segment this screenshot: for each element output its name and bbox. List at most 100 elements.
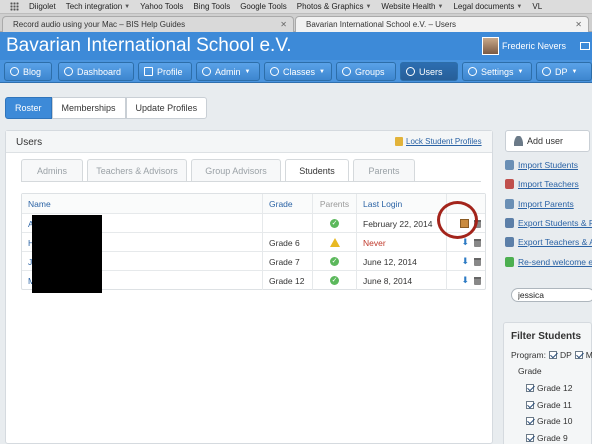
tab-parents[interactable]: Parents bbox=[353, 159, 415, 181]
arrow-down-icon[interactable]: ⬇ bbox=[461, 275, 469, 286]
parents-status: ✓ bbox=[312, 214, 356, 233]
bookmark-google-tools[interactable]: Google Tools bbox=[240, 2, 287, 11]
mail-icon[interactable] bbox=[580, 42, 590, 50]
trash-icon[interactable] bbox=[474, 276, 481, 285]
last-login: February 22, 2014 bbox=[356, 214, 446, 233]
avatar[interactable] bbox=[482, 37, 499, 55]
grade-filter-grade-9: Grade 9 bbox=[526, 433, 568, 443]
checkbox-grade-9[interactable] bbox=[526, 433, 534, 442]
column-header-parents: Parents bbox=[312, 194, 356, 213]
bookmark-website-health[interactable]: Website Health ▼ bbox=[381, 2, 443, 11]
site-header: Bavarian International School e.V. Frede… bbox=[0, 32, 592, 60]
checkbox-grade-10[interactable] bbox=[526, 417, 534, 425]
nav-label: Settings bbox=[481, 66, 514, 77]
bookmark-label: Photos & Graphics bbox=[296, 2, 364, 11]
site-title[interactable]: Bavarian International School e.V. bbox=[6, 35, 292, 57]
sidebar-link-import-teachers[interactable]: Import Teachers bbox=[505, 177, 579, 191]
close-icon[interactable]: ✕ bbox=[280, 20, 287, 29]
import-students-icon bbox=[505, 160, 514, 170]
sidebar-link-export-students-p[interactable]: Export Students & P bbox=[505, 216, 592, 230]
student-grade bbox=[262, 214, 312, 233]
email-icon bbox=[505, 256, 514, 267]
column-header-last-login[interactable]: Last Login bbox=[356, 194, 446, 213]
grade-filter-label: Grade 10 bbox=[537, 416, 573, 426]
bookmark-label: Google Tools bbox=[240, 2, 287, 11]
warning-icon bbox=[329, 238, 340, 247]
sidebar-link-import-students[interactable]: Import Students bbox=[505, 158, 578, 172]
annotation-circle bbox=[437, 201, 478, 239]
groups-icon bbox=[342, 67, 351, 76]
classes-icon bbox=[270, 67, 279, 76]
table-header-row: Name Grade Parents Last Login bbox=[22, 194, 485, 213]
nav-dashboard[interactable]: Dashboard bbox=[58, 62, 134, 81]
sidebar-link-re-send-welcome-e[interactable]: Re-send welcome e bbox=[505, 255, 592, 269]
arrow-down-icon[interactable]: ⬇ bbox=[461, 256, 469, 267]
subtab-roster[interactable]: Roster bbox=[5, 97, 52, 119]
nav-admin[interactable]: Admin ▼ bbox=[196, 62, 260, 81]
users-panel: Users Lock Student Profiles Admins Teach… bbox=[5, 130, 493, 444]
nav-profile[interactable]: Profile bbox=[138, 62, 192, 81]
bookmark-label: Legal documents bbox=[453, 2, 515, 11]
nav-groups[interactable]: Groups bbox=[336, 62, 396, 81]
trash-icon[interactable] bbox=[474, 257, 481, 266]
checkbox-m[interactable] bbox=[574, 351, 583, 359]
user-name[interactable]: Frederic Nevers bbox=[502, 41, 566, 51]
tab-teachers-advisors[interactable]: Teachers & Advisors bbox=[87, 159, 187, 181]
nav-label: Classes bbox=[283, 66, 316, 77]
bookmark-yahoo-tools[interactable]: Yahoo Tools bbox=[140, 2, 183, 11]
browser-tab-bis-help[interactable]: Record audio using your Mac – BIS Help G… bbox=[2, 16, 294, 32]
globe-icon bbox=[202, 67, 211, 76]
bookmark-vl[interactable]: VL bbox=[532, 2, 542, 11]
main-nav: Blog Dashboard Profile Admin ▼ Classes ▼ Groups… bbox=[0, 60, 592, 83]
bookmark-diigolet[interactable]: Diigolet bbox=[29, 2, 56, 11]
search-icon bbox=[542, 67, 551, 76]
nav-settings[interactable]: Settings ▼ bbox=[462, 62, 532, 81]
chevron-down-icon: ▼ bbox=[517, 68, 524, 75]
checkbox-grade-11[interactable] bbox=[526, 400, 534, 409]
nav-users[interactable]: Users bbox=[400, 62, 458, 81]
column-header-name[interactable]: Name bbox=[22, 194, 262, 213]
import-parents-icon bbox=[505, 198, 514, 209]
redaction-block bbox=[32, 215, 102, 293]
arrow-down-icon[interactable]: ⬇ bbox=[461, 237, 469, 248]
subtab-update-profiles[interactable]: Update Profiles bbox=[125, 97, 208, 119]
filter-students-panel: Filter Students Program: DP M Grade Grad… bbox=[503, 322, 592, 444]
bookmark-label: Bing Tools bbox=[193, 2, 231, 11]
nav-label: Users bbox=[419, 66, 443, 77]
bookmark-label: Tech integration bbox=[65, 2, 123, 11]
sidebar-link-import-parents[interactable]: Import Parents bbox=[505, 197, 574, 211]
apps-grid-icon[interactable] bbox=[10, 2, 19, 11]
chevron-down-icon: ▼ bbox=[437, 3, 444, 10]
search-input[interactable] bbox=[511, 288, 592, 302]
grade-filter-grade-10: Grade 10 bbox=[526, 416, 572, 426]
nav-dp[interactable]: DP ▼ bbox=[536, 62, 592, 81]
sidebar-link-label: Export Teachers & A bbox=[518, 237, 592, 248]
profile-card-icon bbox=[144, 67, 153, 76]
tab-students[interactable]: Students bbox=[285, 159, 349, 181]
column-header-grade[interactable]: Grade bbox=[262, 194, 312, 213]
tab-admins[interactable]: Admins bbox=[21, 159, 83, 181]
tab-group-advisors[interactable]: Group Advisors bbox=[191, 159, 281, 181]
import-teachers-icon bbox=[505, 179, 514, 190]
last-login: June 8, 2014 bbox=[356, 271, 446, 290]
checkbox-grade-12[interactable] bbox=[526, 384, 534, 392]
trash-icon[interactable] bbox=[474, 238, 481, 247]
subtab-memberships[interactable]: Memberships bbox=[51, 97, 126, 119]
bookmark-legal-documents[interactable]: Legal documents ▼ bbox=[453, 2, 522, 11]
close-icon[interactable]: ✕ bbox=[575, 20, 582, 29]
checkbox-dp[interactable] bbox=[548, 351, 557, 359]
sidebar-link-label: Export Students & P bbox=[518, 217, 592, 228]
bookmark-label: Website Health bbox=[381, 2, 436, 11]
bookmark-tech-integration[interactable]: Tech integration ▼ bbox=[66, 2, 130, 11]
lock-student-profiles-link[interactable]: Lock Student Profiles bbox=[406, 137, 482, 146]
browser-tab-users[interactable]: Bavarian International School e.V. – Use… bbox=[295, 16, 589, 32]
bookmark-bing-tools[interactable]: Bing Tools bbox=[193, 2, 230, 11]
nav-blog[interactable]: Blog bbox=[4, 62, 52, 81]
bookmark-photos-graphics[interactable]: Photos & Graphics ▼ bbox=[297, 2, 372, 11]
program-label: Program: bbox=[511, 350, 546, 360]
nav-label: Profile bbox=[157, 66, 183, 77]
nav-classes[interactable]: Classes ▼ bbox=[264, 62, 332, 81]
grade-label: Grade bbox=[518, 366, 542, 376]
add-user-button[interactable]: Add user bbox=[505, 130, 590, 152]
sidebar-link-export-teachers-a[interactable]: Export Teachers & A bbox=[505, 235, 592, 249]
